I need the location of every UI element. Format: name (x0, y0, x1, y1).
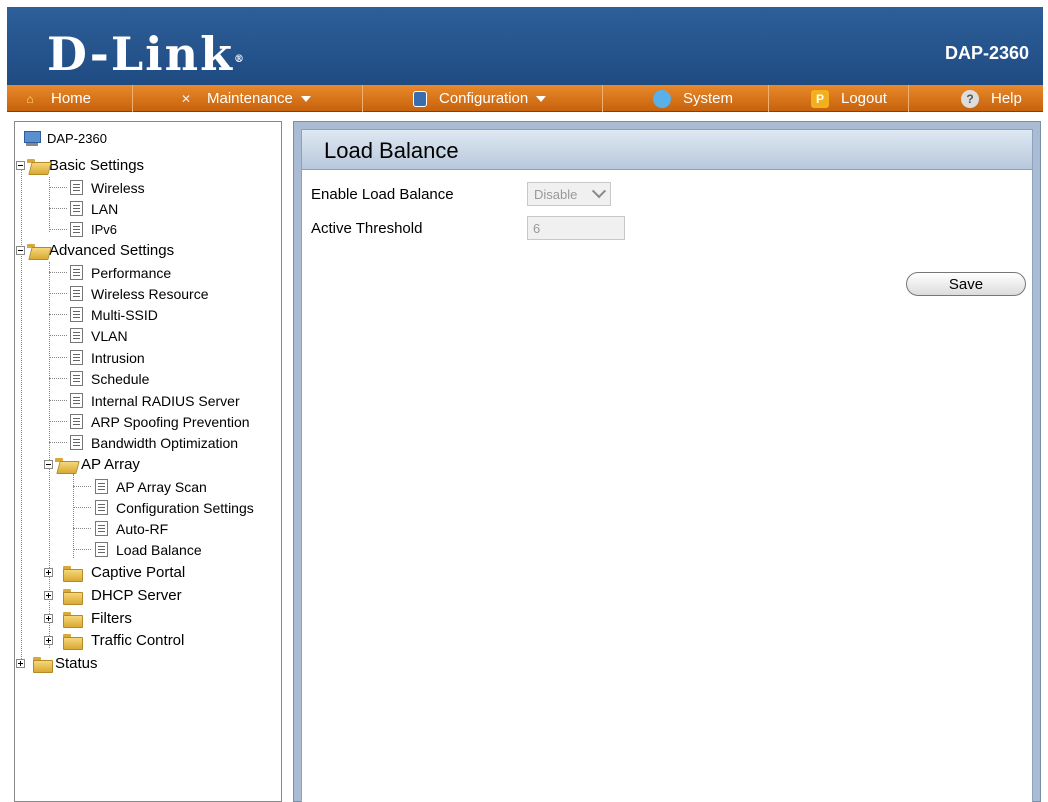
tree-item-performance[interactable]: Performance (70, 262, 171, 283)
page-title: Load Balance (324, 138, 459, 163)
header-banner: D-Link® DAP-2360 (7, 7, 1043, 85)
main-panel: Load Balance Enable Load Balance Disable… (293, 121, 1041, 802)
tree-folder-captive-portal[interactable]: Captive Portal (44, 562, 185, 583)
tools-icon: ✕ (180, 91, 192, 106)
tree-item-load-balance[interactable]: Load Balance (95, 539, 202, 560)
enable-load-balance-select[interactable]: Disable (527, 182, 611, 206)
page-icon (95, 542, 108, 557)
tree-item-wireless-resource[interactable]: Wireless Resource (70, 283, 208, 304)
folder-icon (63, 633, 83, 650)
tree-folder-status[interactable]: Status (16, 653, 98, 674)
page-icon (70, 371, 83, 386)
expand-icon[interactable] (16, 659, 25, 668)
model-name: DAP-2360 (944, 43, 1029, 63)
page-icon (95, 500, 108, 515)
expand-icon[interactable] (44, 636, 53, 645)
tree-folder-ap-array[interactable]: AP Array (44, 454, 140, 475)
chevron-down-icon (591, 184, 607, 199)
section-header: Load Balance (302, 130, 1032, 170)
tree-item-auto-rf[interactable]: Auto-RF (95, 518, 168, 539)
tree-item-bandwidth-optimization[interactable]: Bandwidth Optimization (70, 432, 238, 453)
active-threshold-input[interactable]: 6 (527, 216, 625, 240)
tree-item-wireless[interactable]: Wireless (70, 177, 145, 198)
save-disk-icon (413, 90, 427, 107)
folder-open-icon (27, 158, 47, 173)
page-icon (70, 414, 83, 429)
folder-icon (33, 656, 53, 673)
access-point-icon (23, 130, 41, 147)
collapse-icon[interactable] (16, 246, 25, 255)
page-icon (70, 350, 83, 365)
navigation-tree: DAP-2360 Basic Settings Wireless LAN IPv… (14, 121, 282, 802)
collapse-icon[interactable] (16, 161, 25, 170)
page-icon (95, 479, 108, 494)
folder-open-icon (55, 457, 75, 472)
enable-load-balance-label: Enable Load Balance (311, 186, 454, 203)
folder-icon (63, 588, 83, 605)
nav-logout[interactable]: P Logout (769, 85, 909, 112)
tree-item-vlan[interactable]: VLAN (70, 325, 128, 346)
tree-folder-traffic-control[interactable]: Traffic Control (44, 630, 184, 651)
nav-system[interactable]: System (603, 85, 769, 112)
folder-icon (63, 611, 83, 628)
nav-help[interactable]: ? Help (909, 85, 1043, 112)
tree-folder-basic-settings[interactable]: Basic Settings (16, 155, 144, 176)
expand-icon[interactable] (44, 568, 53, 577)
home-icon: ⌂ (26, 91, 34, 106)
page-icon (70, 201, 83, 216)
save-button[interactable]: Save (906, 272, 1026, 296)
tree-folder-advanced-settings[interactable]: Advanced Settings (16, 240, 174, 261)
page-icon (70, 435, 83, 450)
top-nav-bar: ⌂ Home ✕ Maintenance Configuration Syste… (7, 85, 1043, 112)
page-icon (70, 393, 83, 408)
system-icon (653, 89, 671, 108)
folder-open-icon (27, 243, 47, 258)
tree-root[interactable]: DAP-2360 (23, 128, 107, 149)
load-balance-panel: Load Balance Enable Load Balance Disable… (301, 129, 1033, 802)
tree-item-schedule[interactable]: Schedule (70, 368, 149, 389)
tree-item-arp-spoofing-prevention[interactable]: ARP Spoofing Prevention (70, 411, 250, 432)
expand-icon[interactable] (44, 614, 53, 623)
page-icon (70, 180, 83, 195)
page-icon (95, 521, 108, 536)
folder-icon (63, 565, 83, 582)
nav-configuration[interactable]: Configuration (363, 85, 603, 112)
page-icon (70, 328, 83, 343)
collapse-icon[interactable] (44, 460, 53, 469)
page-icon (70, 307, 83, 322)
tree-item-configuration-settings[interactable]: Configuration Settings (95, 497, 254, 518)
tree-item-lan[interactable]: LAN (70, 198, 118, 219)
chevron-down-icon (536, 95, 547, 102)
tree-item-ipv6[interactable]: IPv6 (70, 219, 117, 240)
expand-icon[interactable] (44, 591, 53, 600)
page-icon (70, 265, 83, 280)
dlink-logo: D-Link® (47, 27, 246, 81)
page-icon (70, 222, 83, 237)
tree-item-multi-ssid[interactable]: Multi-SSID (70, 304, 158, 325)
tree-item-intrusion[interactable]: Intrusion (70, 347, 145, 368)
page-icon (70, 286, 83, 301)
nav-home[interactable]: ⌂ Home (7, 85, 133, 112)
tree-folder-dhcp-server[interactable]: DHCP Server (44, 585, 182, 606)
tree-folder-filters[interactable]: Filters (44, 608, 132, 629)
chevron-down-icon (300, 95, 311, 102)
tree-item-internal-radius-server[interactable]: Internal RADIUS Server (70, 390, 240, 411)
nav-maintenance[interactable]: ✕ Maintenance (133, 85, 363, 112)
help-icon: ? (961, 89, 979, 108)
tree-item-ap-array-scan[interactable]: AP Array Scan (95, 476, 207, 497)
active-threshold-label: Active Threshold (311, 220, 423, 237)
logout-icon: P (811, 89, 829, 108)
